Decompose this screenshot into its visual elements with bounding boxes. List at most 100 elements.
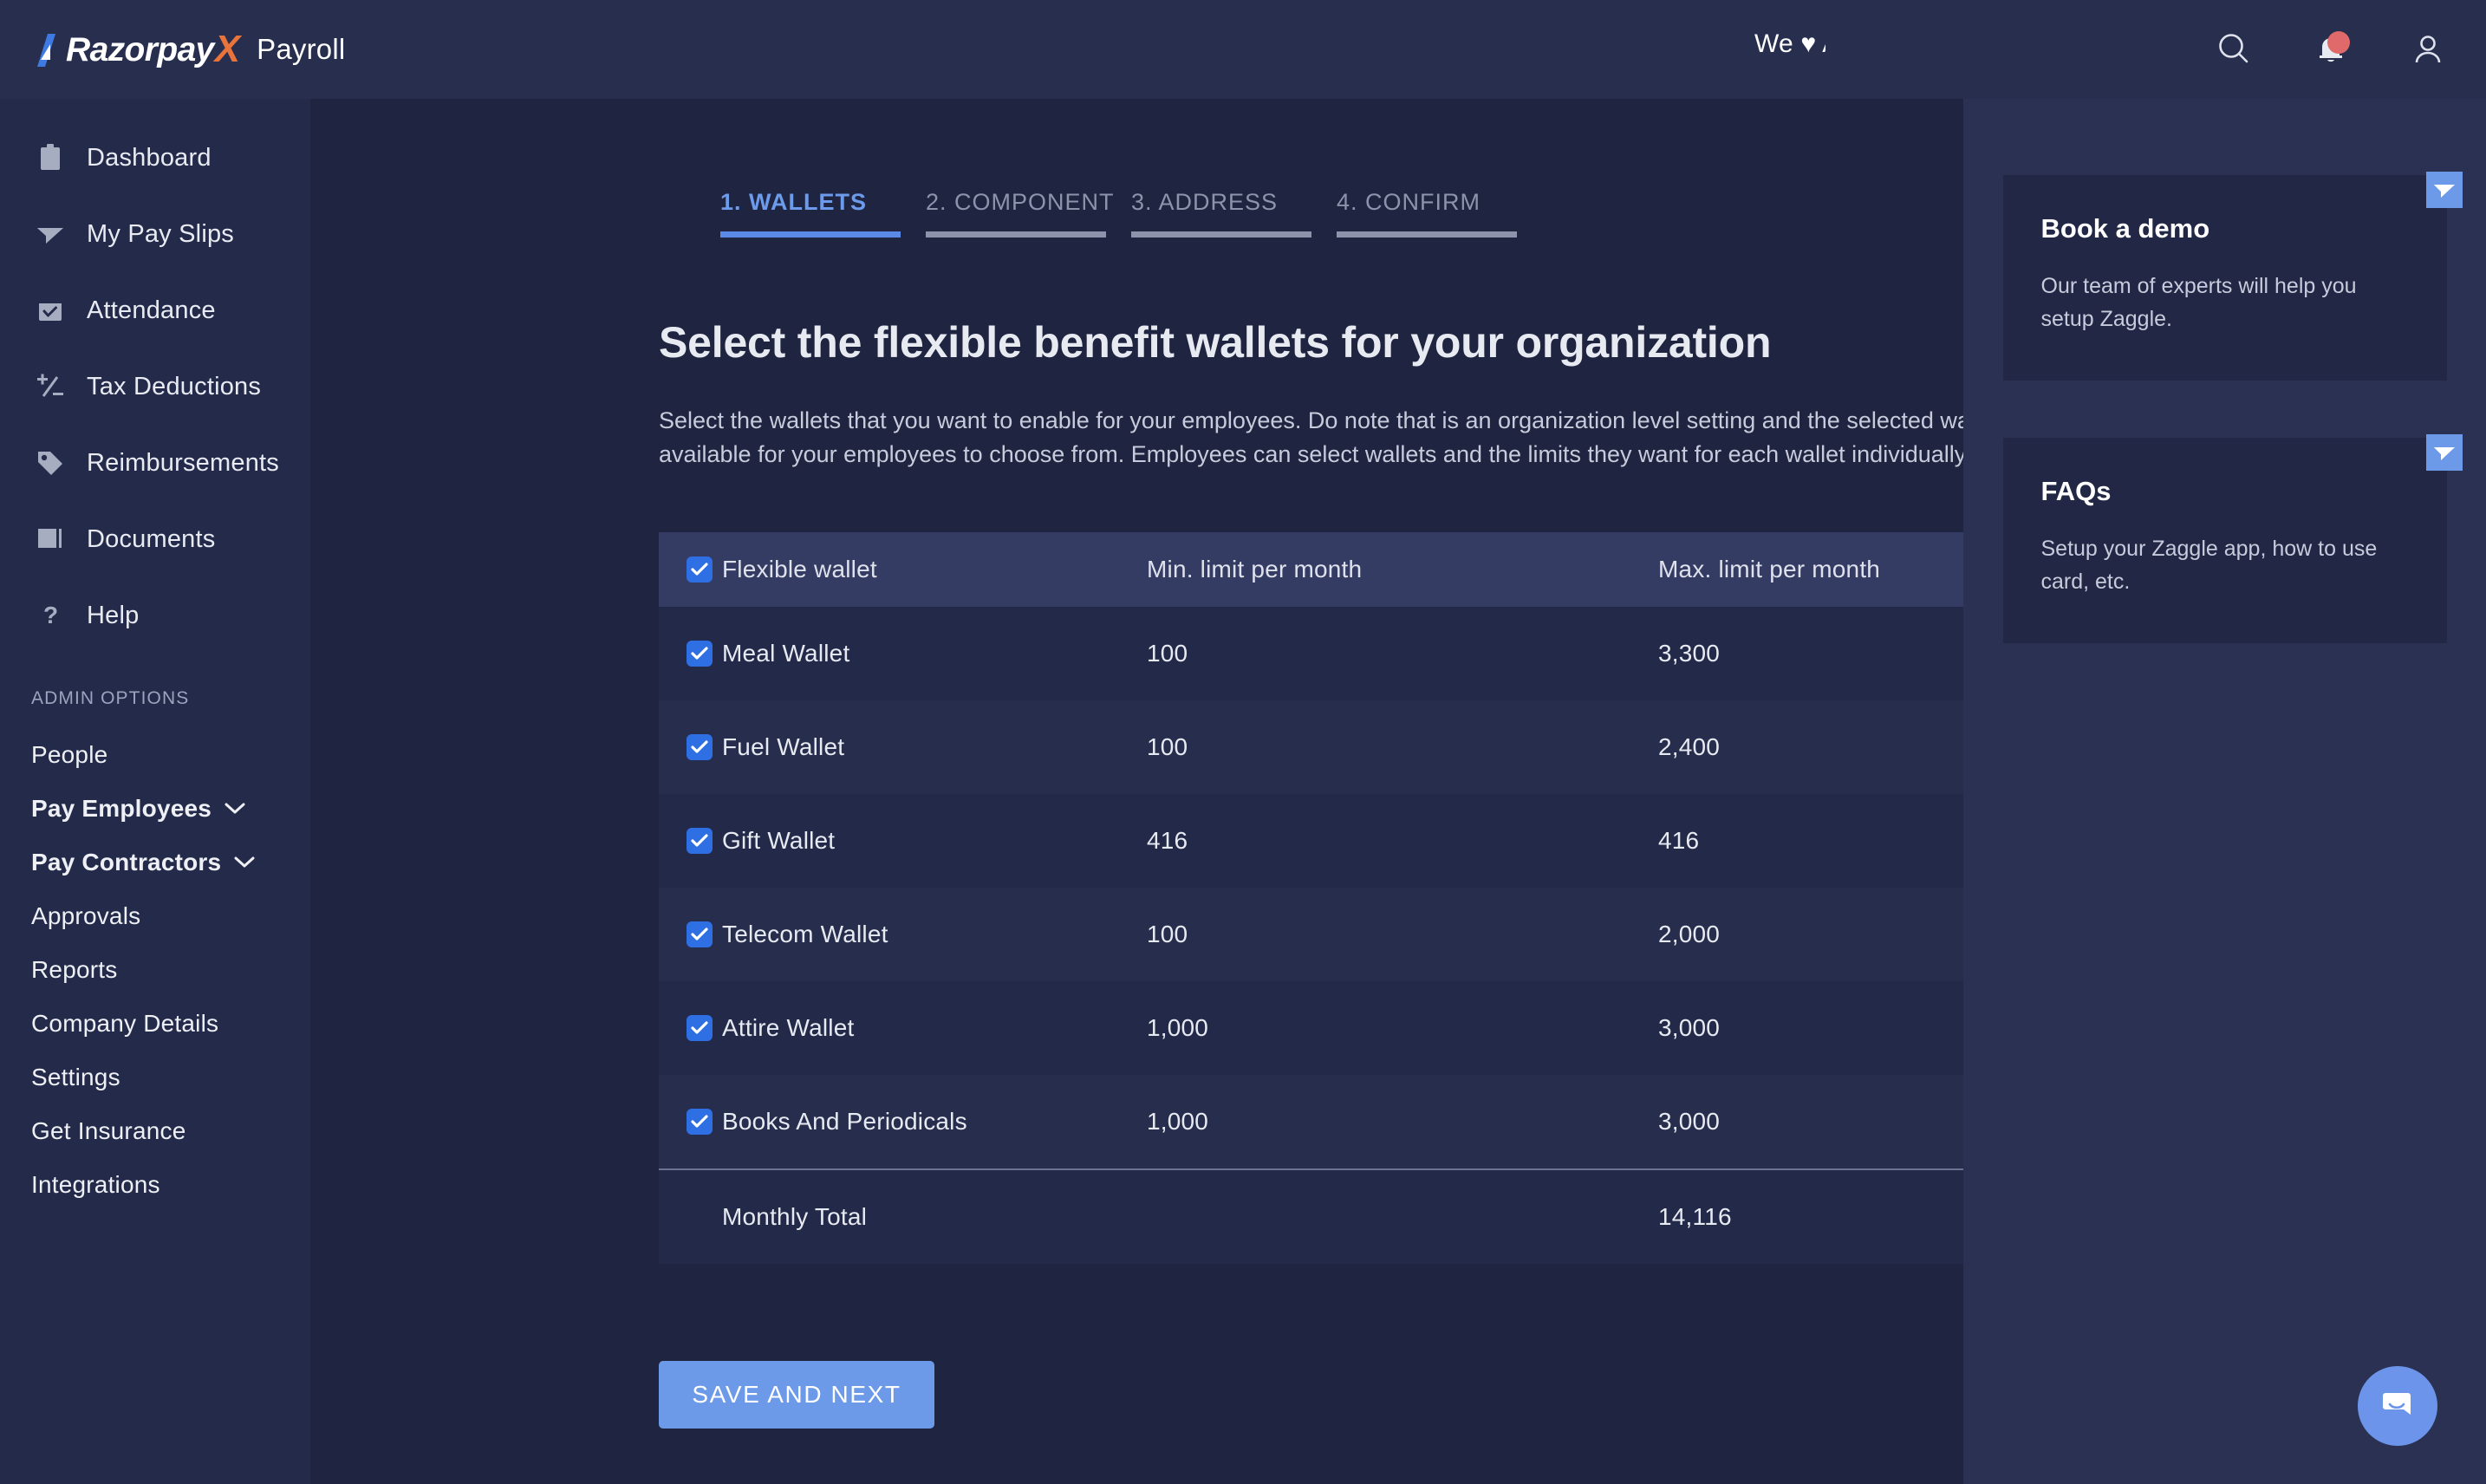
search-icon[interactable] xyxy=(2214,29,2254,69)
page-description: Select the wallets that you want to enab… xyxy=(659,407,2084,468)
sidebar-item-attendance[interactable]: Attendance xyxy=(0,272,310,348)
column-header-wallet: Flexible wallet xyxy=(722,556,877,583)
row-checkbox-cell[interactable] xyxy=(659,1109,722,1136)
row-checkbox[interactable] xyxy=(687,1015,713,1042)
sidebar-item-integrations[interactable]: Integrations xyxy=(0,1158,310,1212)
logo-text-x: X xyxy=(214,28,241,70)
razorpayx-logo-mark: Razorpay X xyxy=(36,30,240,68)
row-checkbox[interactable] xyxy=(687,1109,713,1136)
sidebar-item-settings[interactable]: Settings xyxy=(0,1051,310,1104)
user-icon[interactable] xyxy=(2408,29,2448,69)
sidebar-item-label: Help xyxy=(87,601,140,629)
sidebar-item-label: Approvals xyxy=(31,902,141,929)
tab-underline xyxy=(720,231,901,238)
row-checkbox-cell[interactable] xyxy=(659,641,722,667)
cell-min-limit: 100 xyxy=(1147,921,1188,948)
cell-min-limit: 1,000 xyxy=(1147,1108,1209,1136)
sidebar-primary-nav: Dashboard My Pay Slips Attendance Tax De… xyxy=(0,99,310,654)
document-icon xyxy=(33,522,68,556)
sidebar-item-label: Get Insurance xyxy=(31,1117,186,1144)
row-checkbox[interactable] xyxy=(687,641,713,667)
paper-plane-icon[interactable] xyxy=(2425,434,2463,471)
sidebar-item-get-insurance[interactable]: Get Insurance xyxy=(0,1104,310,1158)
sidebar-item-tax-deductions[interactable]: Tax Deductions xyxy=(0,348,310,425)
sidebar-item-company-details[interactable]: Company Details xyxy=(0,997,310,1051)
row-checkbox-cell[interactable] xyxy=(659,1015,722,1042)
cell-wallet-name: Meal Wallet xyxy=(722,640,850,667)
chat-bubble-icon xyxy=(2378,1384,2418,1429)
sidebar-item-label: People xyxy=(31,741,108,768)
card-title: FAQs xyxy=(2040,476,2112,506)
top-bar: Razorpay X Payroll We ♥ Ap xyxy=(0,0,2486,99)
book-a-demo-card[interactable]: Book a demo Our team of experts will hel… xyxy=(2002,172,2463,381)
select-all-cell[interactable] xyxy=(659,556,722,583)
row-checkbox-cell[interactable] xyxy=(659,828,722,855)
question-mark-icon: ? xyxy=(33,598,68,633)
row-checkbox-cell[interactable] xyxy=(659,734,722,761)
cell-min-limit: 1,000 xyxy=(1147,1014,1209,1042)
row-checkbox-cell[interactable] xyxy=(659,921,722,948)
sidebar-item-my-pay-slips[interactable]: My Pay Slips xyxy=(0,196,310,272)
row-checkbox[interactable] xyxy=(687,734,713,761)
bell-icon[interactable] xyxy=(2311,29,2351,69)
sidebar-item-label: Pay Employees xyxy=(31,795,212,822)
chevron-down-icon xyxy=(233,856,256,869)
row-checkbox[interactable] xyxy=(687,828,713,855)
sidebar: Dashboard My Pay Slips Attendance Tax De… xyxy=(0,99,310,1484)
cell-min-limit: 100 xyxy=(1147,640,1188,667)
chevron-down-icon xyxy=(224,802,246,816)
svg-text:?: ? xyxy=(43,602,58,628)
tab-label: 3. ADDRESS xyxy=(1131,189,1279,215)
tab-underline xyxy=(1337,231,1517,238)
sidebar-item-label: Reimbursements xyxy=(87,448,279,477)
cell-min-limit: 416 xyxy=(1147,827,1188,855)
cell-wallet-name: Telecom Wallet xyxy=(722,921,888,948)
sidebar-item-pay-employees[interactable]: Pay Employees xyxy=(0,782,310,836)
save-and-next-button[interactable]: SAVE AND NEXT xyxy=(659,1361,934,1429)
checkbox-calendar-icon xyxy=(33,293,68,328)
column-header-min-limit: Min. limit per month xyxy=(1147,556,1363,583)
tab-label: 4. CONFIRM xyxy=(1337,189,1481,215)
paper-plane-icon[interactable] xyxy=(2425,172,2463,208)
row-checkbox[interactable] xyxy=(687,921,713,948)
tab-confirm[interactable]: 4. CONFIRM xyxy=(1337,189,1542,238)
tab-wallets[interactable]: 1. WALLETS xyxy=(720,189,926,238)
notification-badge xyxy=(2327,31,2350,54)
paper-plane-icon xyxy=(33,217,68,251)
logo-text-razorpay: Razorpay xyxy=(66,30,214,68)
card-description: Our team of experts will help you setup … xyxy=(2040,274,2357,331)
razorpay-slash-icon xyxy=(37,34,55,67)
sidebar-item-people[interactable]: People xyxy=(0,728,310,782)
chat-widget-button[interactable] xyxy=(2358,1366,2437,1446)
sidebar-item-dashboard[interactable]: Dashboard xyxy=(0,120,310,196)
sidebar-item-help[interactable]: ? Help xyxy=(0,577,310,654)
select-all-checkbox[interactable] xyxy=(687,556,713,583)
logo-text-payroll: Payroll xyxy=(257,33,346,65)
sidebar-item-reports[interactable]: Reports xyxy=(0,943,310,997)
sidebar-item-label: My Pay Slips xyxy=(87,219,234,248)
cell-wallet-name: Books And Periodicals xyxy=(722,1108,967,1136)
card-title: Book a demo xyxy=(2040,213,2210,244)
sidebar-item-label: Integrations xyxy=(31,1171,160,1198)
sidebar-item-documents[interactable]: Documents xyxy=(0,501,310,577)
topbar-icon-group xyxy=(2214,0,2448,99)
sidebar-item-label: Settings xyxy=(31,1064,120,1090)
faqs-card[interactable]: FAQs Setup your Zaggle app, how to use c… xyxy=(2002,434,2463,643)
tab-underline xyxy=(1131,231,1311,238)
sidebar-item-approvals[interactable]: Approvals xyxy=(0,889,310,943)
brand-logo[interactable]: Razorpay X Payroll xyxy=(36,30,345,68)
tab-component[interactable]: 2. COMPONENT xyxy=(926,189,1131,238)
tab-label: 1. WALLETS xyxy=(720,189,868,215)
main-content: 1. WALLETS 2. COMPONENT 3. ADDRESS 4. CO… xyxy=(310,99,2195,1484)
tab-address[interactable]: 3. ADDRESS xyxy=(1131,189,1337,238)
sidebar-item-label: Reports xyxy=(31,956,118,983)
tab-label: 2. COMPONENT xyxy=(926,189,1115,215)
clipboard-icon xyxy=(33,140,68,175)
right-rail: Book a demo Our team of experts will hel… xyxy=(1963,99,2486,1484)
sidebar-item-reimbursements[interactable]: Reimbursements xyxy=(0,425,310,501)
sidebar-section-title: ADMIN OPTIONS xyxy=(31,688,190,708)
sidebar-item-label: Tax Deductions xyxy=(87,372,262,400)
plus-minus-icon xyxy=(33,369,68,404)
sidebar-item-pay-contractors[interactable]: Pay Contractors xyxy=(0,836,310,889)
sidebar-item-label: Documents xyxy=(87,524,216,553)
